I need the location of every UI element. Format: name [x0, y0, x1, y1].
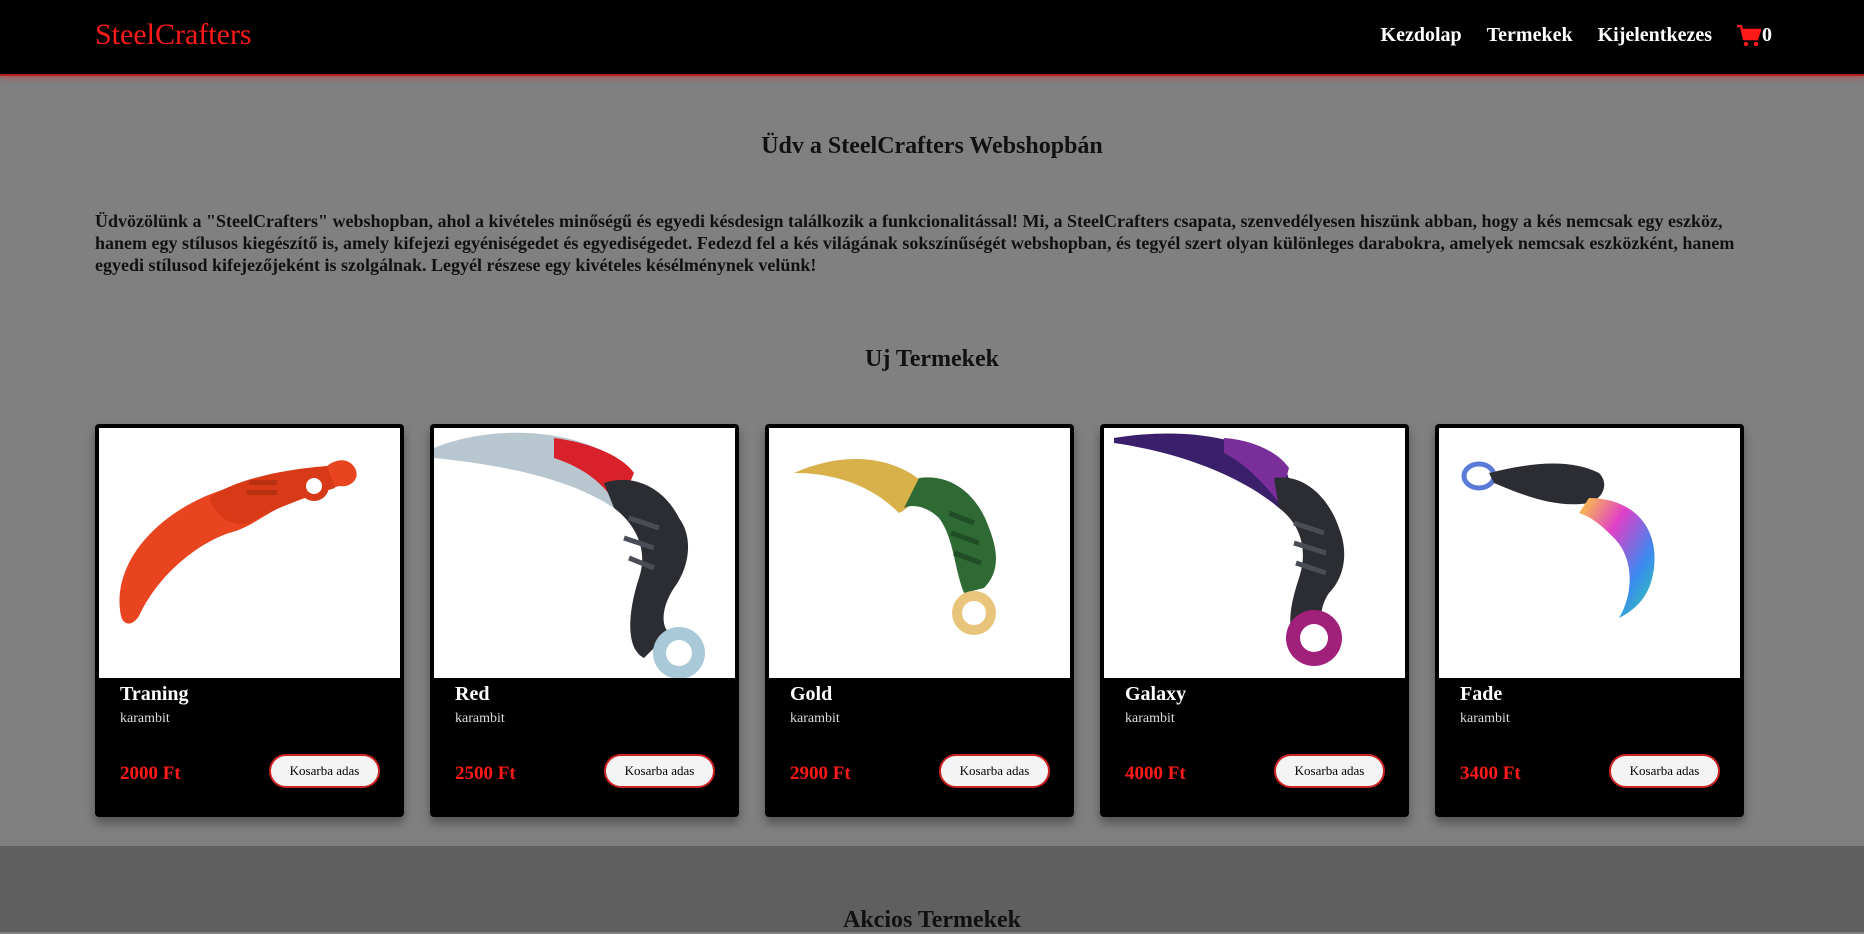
add-to-cart-button[interactable]: Kosarba adas	[1609, 754, 1720, 788]
cart-button[interactable]: 0	[1737, 24, 1772, 47]
product-card: Red karambit 2500 Ft Kosarba adas	[430, 424, 739, 817]
nav-link-products[interactable]: Termekek	[1487, 24, 1573, 47]
cart-count: 0	[1762, 24, 1772, 46]
product-image-training[interactable]	[99, 428, 400, 678]
product-card: Galaxy karambit 4000 Ft Kosarba adas	[1100, 424, 1409, 817]
welcome-text: Üdvözölünk a "SteelCrafters" webshopban,…	[95, 211, 1735, 275]
product-image-red[interactable]	[434, 428, 735, 678]
new-products-heading: Uj Termekek	[865, 346, 999, 372]
product-card: Fade karambit 3400 Ft Kosarba adas	[1435, 424, 1744, 817]
brand-logo-link[interactable]: SteelCrafters	[95, 18, 252, 52]
product-name: Traning	[120, 683, 189, 705]
product-image-galaxy[interactable]	[1104, 428, 1405, 678]
product-card: Gold karambit 2900 Ft Kosarba adas	[765, 424, 1074, 817]
top-navbar: SteelCrafters Kezdolap Termekek Kijelent…	[0, 0, 1864, 76]
welcome-heading: Üdv a SteelCrafters Webshopbán	[761, 133, 1103, 159]
product-name: Gold	[790, 683, 833, 705]
nav-link-logout[interactable]: Kijelentkezes	[1598, 24, 1712, 47]
product-price: 4000 Ft	[1125, 763, 1186, 784]
product-price: 2500 Ft	[455, 763, 516, 784]
product-price: 2000 Ft	[120, 763, 181, 784]
add-to-cart-button[interactable]: Kosarba adas	[269, 754, 380, 788]
product-image-gold[interactable]	[769, 428, 1070, 678]
add-to-cart-button[interactable]: Kosarba adas	[604, 754, 715, 788]
add-to-cart-button[interactable]: Kosarba adas	[1274, 754, 1385, 788]
add-to-cart-button[interactable]: Kosarba adas	[939, 754, 1050, 788]
product-name: Fade	[1460, 683, 1503, 705]
product-type: karambit	[1460, 711, 1510, 726]
product-image-fade[interactable]	[1439, 428, 1740, 678]
product-name: Red	[455, 683, 490, 705]
nav-link-home[interactable]: Kezdolap	[1381, 24, 1462, 47]
product-type: karambit	[120, 711, 170, 726]
product-price: 2900 Ft	[790, 763, 851, 784]
sale-products-heading: Akcios Termekek	[842, 907, 1021, 933]
product-type: karambit	[455, 711, 505, 726]
product-type: karambit	[1125, 711, 1175, 726]
shopping-cart-icon	[1737, 24, 1761, 46]
product-grid: Traning karambit 2000 Ft Kosarba adas Re…	[95, 424, 1744, 817]
main-nav: Kezdolap Termekek Kijelentkezes 0	[1381, 24, 1772, 47]
product-name: Galaxy	[1125, 683, 1187, 705]
product-type: karambit	[790, 711, 840, 726]
product-card: Traning karambit 2000 Ft Kosarba adas	[95, 424, 404, 817]
product-price: 3400 Ft	[1460, 763, 1521, 784]
